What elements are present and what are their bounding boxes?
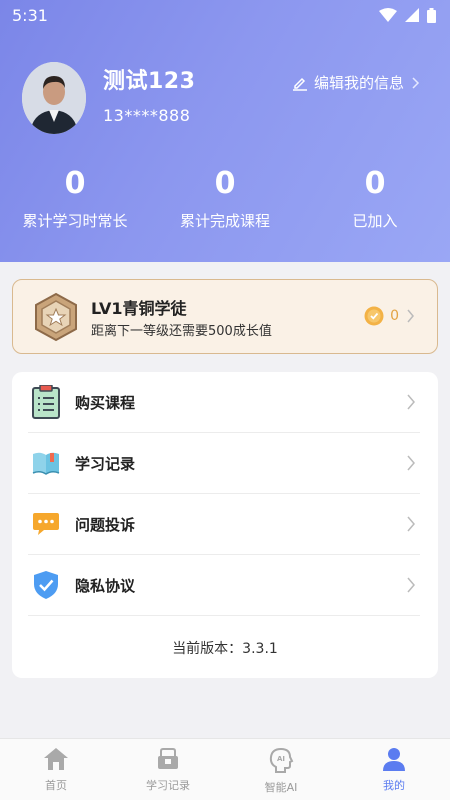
tab-label: 智能AI bbox=[264, 781, 298, 794]
tab-mine[interactable]: 我的 bbox=[354, 747, 434, 793]
shield-check-icon bbox=[34, 571, 58, 599]
stats-row: 0 累计学习时常长 0 累计完成课程 0 已加入 bbox=[0, 168, 450, 238]
edit-profile-button[interactable]: 编辑我的信息 bbox=[292, 72, 420, 93]
chat-bubble-icon bbox=[33, 513, 59, 535]
user-icon bbox=[383, 748, 405, 771]
bottom-tab-bar: 首页 学习记录 AI 智能AI 我的 bbox=[0, 738, 450, 800]
user-phone: 13****888 bbox=[103, 106, 191, 125]
tab-home[interactable]: 首页 bbox=[16, 747, 96, 793]
coin-icon bbox=[364, 306, 384, 326]
stat-value: 0 bbox=[214, 166, 236, 201]
menu-item-label: 购买课程 bbox=[75, 393, 136, 412]
stat-value: 0 bbox=[64, 166, 86, 201]
tab-study-records[interactable]: 学习记录 bbox=[128, 747, 208, 793]
svg-text:AI: AI bbox=[277, 755, 285, 763]
bronze-badge-icon bbox=[35, 292, 77, 342]
tab-label: 我的 bbox=[383, 779, 405, 792]
menu-item-label: 隐私协议 bbox=[75, 576, 136, 595]
home-icon bbox=[44, 748, 68, 770]
menu-item-privacy[interactable]: 隐私协议 bbox=[28, 555, 420, 616]
menu-item-label: 学习记录 bbox=[75, 454, 136, 473]
app-version: 当前版本：3.3.1 bbox=[172, 641, 278, 657]
tab-label: 首页 bbox=[45, 779, 67, 792]
menu-item-buy-courses[interactable]: 购买课程 bbox=[28, 372, 420, 433]
status-bar: 5:31 bbox=[0, 0, 450, 30]
tab-ai[interactable]: AI 智能AI bbox=[241, 747, 321, 795]
edit-profile-label: 编辑我的信息 bbox=[313, 74, 404, 92]
level-coins: 0 bbox=[364, 306, 415, 326]
chevron-right-icon bbox=[412, 76, 420, 89]
stat-label: 累计完成课程 bbox=[179, 212, 270, 230]
stat-study-time[interactable]: 0 累计学习时常长 bbox=[10, 168, 140, 231]
stat-joined[interactable]: 0 已加入 bbox=[310, 168, 440, 231]
chevron-right-icon bbox=[407, 455, 415, 471]
user-name: 测试123 bbox=[103, 69, 196, 94]
avatar[interactable] bbox=[22, 62, 86, 134]
study-record-icon bbox=[158, 748, 178, 769]
tab-label: 学习记录 bbox=[146, 779, 190, 792]
menu-item-study-records[interactable]: 学习记录 bbox=[28, 433, 420, 494]
stat-label: 已加入 bbox=[352, 212, 398, 230]
level-title: LV1青铜学徒 bbox=[91, 299, 187, 318]
level-card[interactable]: LV1青铜学徒 距离下一等级还需要500成长值 0 bbox=[12, 279, 438, 354]
avatar-icon bbox=[22, 62, 86, 134]
ai-head-icon: AI bbox=[269, 747, 294, 773]
menu-card: 购买课程 学习记录 问题投诉 隐私协议 当前版本：3.3.1 bbox=[12, 372, 438, 678]
level-description: 距离下一等级还需要500成长值 bbox=[91, 324, 272, 339]
battery-icon bbox=[427, 7, 436, 23]
signal-icon bbox=[405, 8, 419, 22]
open-book-icon bbox=[32, 452, 60, 475]
stat-value: 0 bbox=[364, 166, 386, 201]
coin-count: 0 bbox=[390, 308, 399, 324]
chevron-right-icon bbox=[407, 577, 415, 593]
status-time: 5:31 bbox=[12, 5, 48, 25]
wifi-icon bbox=[379, 8, 397, 22]
pencil-icon bbox=[292, 77, 307, 91]
chevron-right-icon bbox=[407, 516, 415, 532]
menu-item-label: 问题投诉 bbox=[75, 515, 136, 534]
chevron-right-icon bbox=[407, 394, 415, 410]
stat-label: 累计学习时常长 bbox=[22, 212, 128, 230]
stat-completed-courses[interactable]: 0 累计完成课程 bbox=[160, 168, 290, 231]
clipboard-list-icon bbox=[32, 385, 60, 419]
menu-item-complaints[interactable]: 问题投诉 bbox=[28, 494, 420, 555]
chevron-right-icon bbox=[407, 309, 414, 323]
